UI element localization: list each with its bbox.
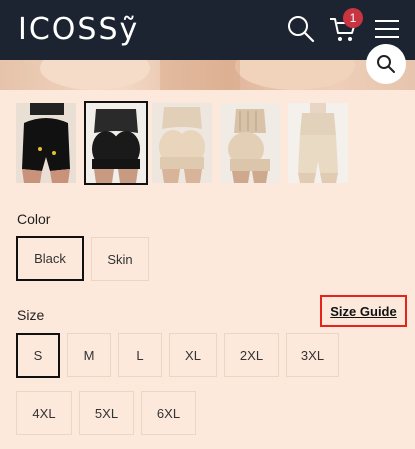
zoom-button[interactable] xyxy=(366,44,406,84)
size-option-5xl[interactable]: 5XL xyxy=(79,391,134,435)
size-label: Size xyxy=(17,307,45,323)
thumbnail-black-front[interactable] xyxy=(16,103,76,183)
size-option-l[interactable]: L xyxy=(118,333,162,377)
color-option-black[interactable]: Black xyxy=(16,236,84,281)
size-guide-link[interactable]: Size Guide xyxy=(320,295,407,327)
magnifier-icon xyxy=(377,55,395,73)
search-icon[interactable] xyxy=(286,14,316,44)
product-image-legs xyxy=(40,60,355,90)
size-option-xl[interactable]: XL xyxy=(169,333,217,377)
top-header: ICOSSỹ 1 xyxy=(0,0,415,60)
brand-logo[interactable]: ICOSSỹ xyxy=(18,12,139,47)
thumbnail-black-back[interactable] xyxy=(84,101,148,185)
cart-count-badge: 1 xyxy=(343,8,363,28)
size-option-4xl[interactable]: 4XL xyxy=(16,391,72,435)
size-option-2xl[interactable]: 2XL xyxy=(224,333,279,377)
size-option-m[interactable]: M xyxy=(67,333,111,377)
thumbnail-skin-front[interactable] xyxy=(288,103,348,183)
size-option-s[interactable]: S xyxy=(16,333,60,378)
hamburger-menu-icon[interactable] xyxy=(372,14,402,44)
thumbnail-skin-back[interactable] xyxy=(152,103,212,183)
thumbnail-skin-side[interactable] xyxy=(220,103,280,183)
color-label: Color xyxy=(17,211,51,227)
size-option-3xl[interactable]: 3XL xyxy=(286,333,339,377)
product-image-bottom xyxy=(0,60,415,90)
size-option-6xl[interactable]: 6XL xyxy=(141,391,196,435)
color-option-skin[interactable]: Skin xyxy=(91,237,149,281)
